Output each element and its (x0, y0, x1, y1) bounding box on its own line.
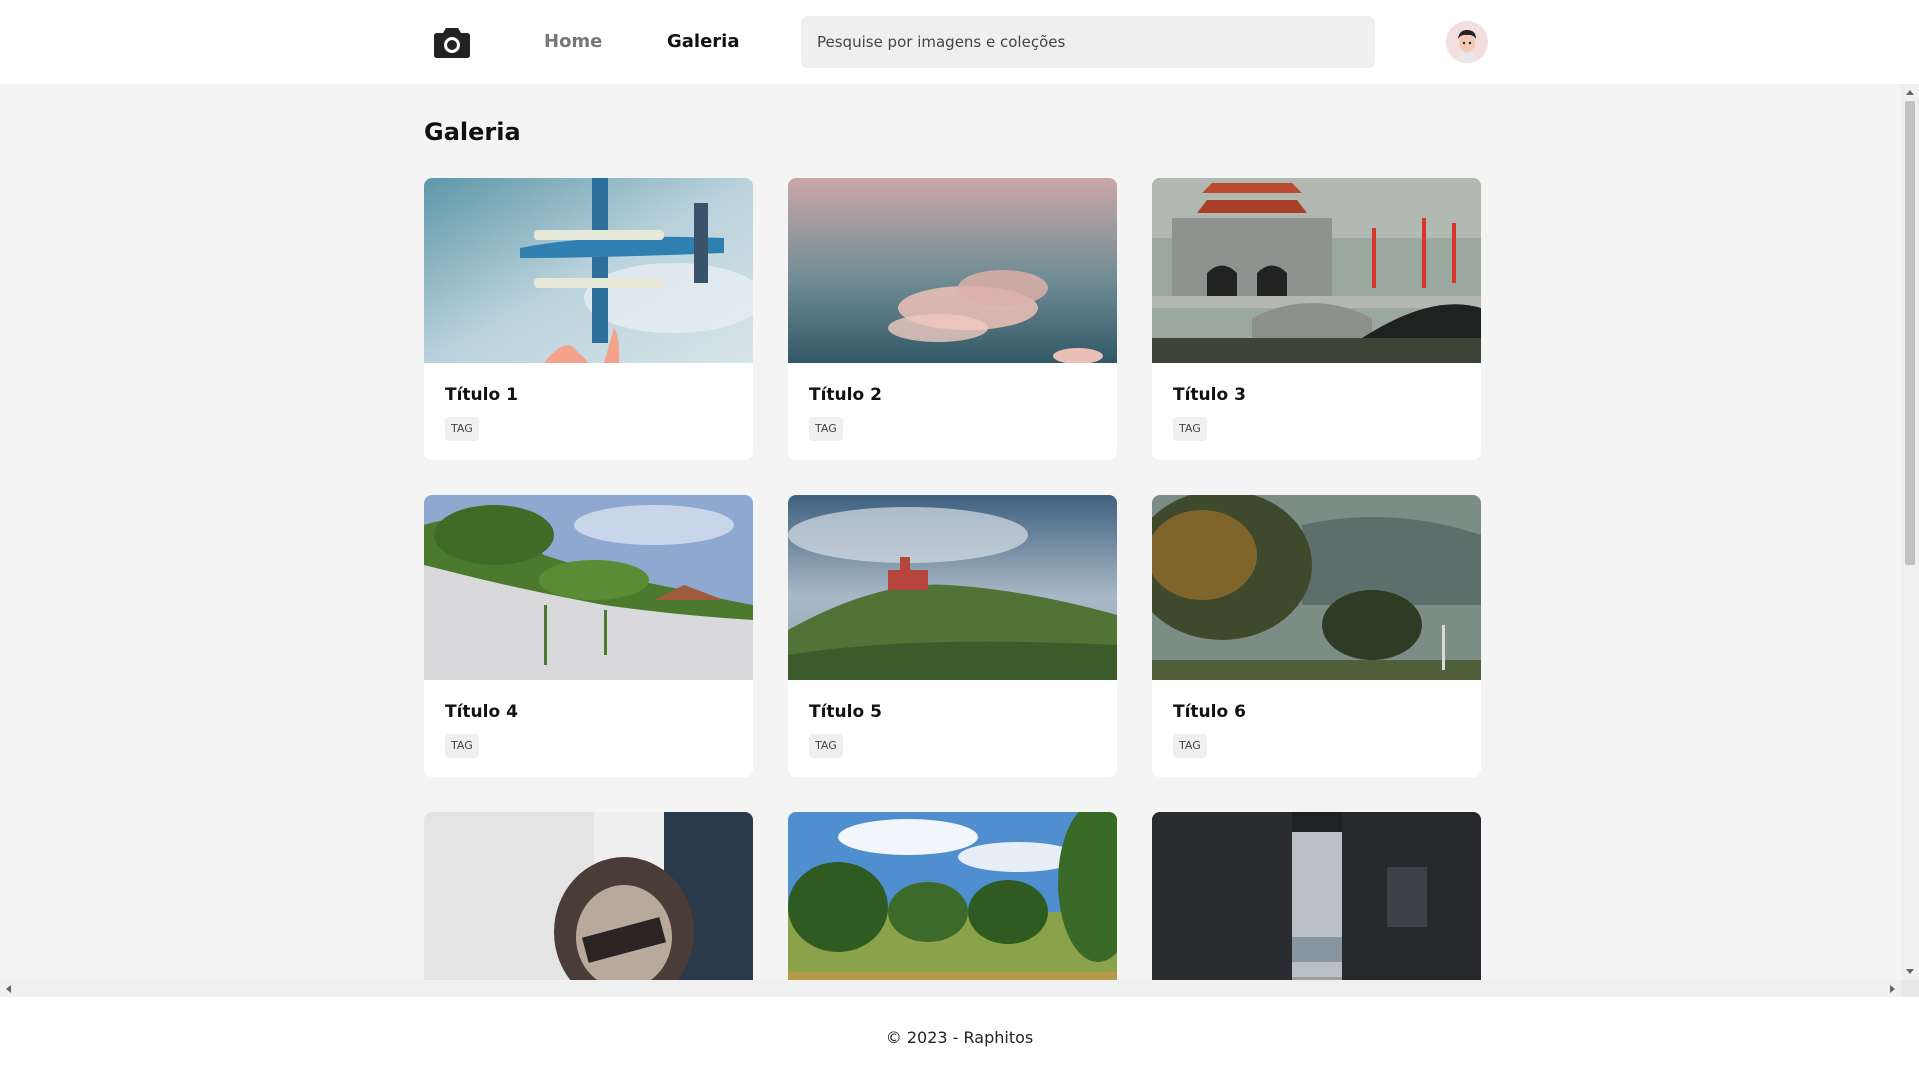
camera-icon[interactable] (433, 24, 471, 60)
gallery-card[interactable] (1152, 812, 1481, 980)
card-image-orchard-field (788, 812, 1117, 980)
footer: © 2023 - Raphitos (0, 997, 1919, 1079)
card-image-dark-alley (1152, 812, 1481, 980)
card-tag[interactable]: TAG (1173, 734, 1207, 758)
gallery-card[interactable]: Título 2 TAG (788, 178, 1117, 460)
card-image-seaplane (424, 178, 753, 363)
gallery-card[interactable] (424, 812, 753, 980)
card-title: Título 6 (1173, 702, 1246, 722)
scroll-right-icon[interactable] (1890, 985, 1895, 993)
gallery-card[interactable]: Título 1 TAG (424, 178, 753, 460)
scroll-up-icon[interactable] (1906, 90, 1914, 95)
search-input[interactable] (801, 16, 1375, 68)
user-avatar[interactable] (1446, 21, 1488, 63)
card-tag[interactable]: TAG (1173, 417, 1207, 441)
gallery-card[interactable] (788, 812, 1117, 980)
card-title: Título 1 (445, 385, 518, 405)
card-title: Título 5 (809, 702, 882, 722)
card-image-misty-trees (1152, 495, 1481, 680)
avatar-icon (1446, 21, 1488, 63)
gallery-viewport: Galeria Título 1 TAG Título 2 TAG Título… (0, 84, 1919, 980)
footer-copyright: © 2023 - Raphitos (885, 1028, 1034, 1047)
card-title: Título 4 (445, 702, 518, 722)
top-header: Home Galeria (0, 0, 1919, 84)
card-title: Título 3 (1173, 385, 1246, 405)
card-tag[interactable]: TAG (809, 734, 843, 758)
page-title: Galeria (424, 118, 521, 146)
scroll-left-icon[interactable] (6, 985, 11, 993)
card-image-pink-clouds (788, 178, 1117, 363)
card-title: Título 2 (809, 385, 882, 405)
gallery-card[interactable]: Título 6 TAG (1152, 495, 1481, 777)
horizontal-scrollbar[interactable] (0, 980, 1901, 997)
gallery-card[interactable]: Título 4 TAG (424, 495, 753, 777)
scrollbar-corner (1901, 980, 1919, 997)
card-tag[interactable]: TAG (809, 417, 843, 441)
scroll-down-icon[interactable] (1906, 969, 1914, 974)
vertical-scrollbar[interactable] (1901, 84, 1919, 980)
card-image-valley-sign (424, 812, 753, 980)
scrollbar-thumb[interactable] (1905, 101, 1915, 565)
gallery-card[interactable]: Título 3 TAG (1152, 178, 1481, 460)
nav-home[interactable]: Home (544, 30, 602, 54)
card-image-castle-hill (788, 495, 1117, 680)
card-tag[interactable]: TAG (445, 734, 479, 758)
nav-galeria[interactable]: Galeria (667, 30, 740, 54)
card-image-temple-bridge (1152, 178, 1481, 363)
card-tag[interactable]: TAG (445, 417, 479, 441)
card-image-ivy-wall (424, 495, 753, 680)
gallery-card[interactable]: Título 5 TAG (788, 495, 1117, 777)
